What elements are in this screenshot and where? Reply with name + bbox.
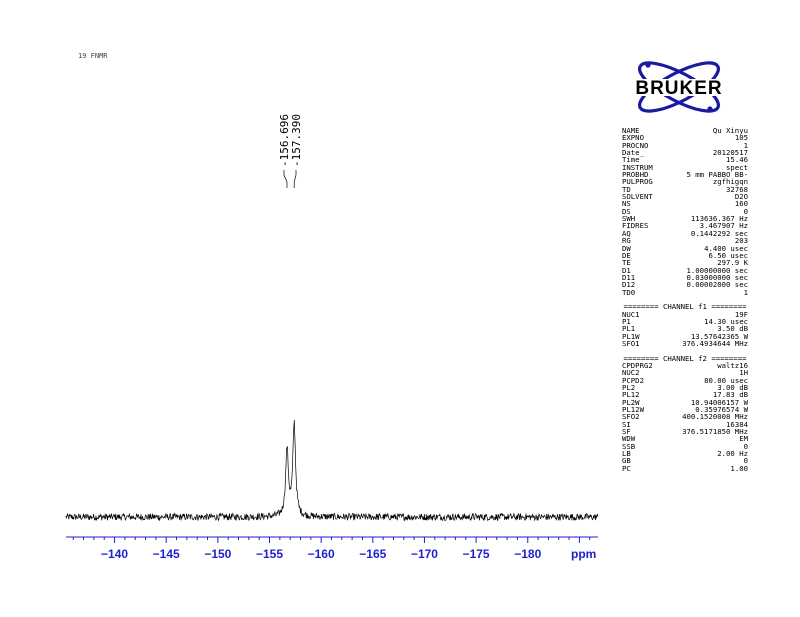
param-name: SFO1 — [622, 338, 640, 348]
param-row: SOLVENT D2O — [622, 193, 748, 201]
x-tick-label: −140 — [101, 547, 128, 561]
param-row: NS 160 — [622, 200, 748, 208]
logo-text: BRUKER — [635, 78, 722, 99]
peak-label: -157.390 — [290, 114, 303, 167]
x-tick-label: −170 — [411, 547, 438, 561]
logo-electron-icon — [707, 106, 713, 112]
bruker-logo: BRUKER — [615, 61, 744, 113]
x-tick-label: −145 — [153, 547, 180, 561]
param-row: TD0 1 — [622, 287, 748, 297]
param-row: PC 1.00 — [622, 463, 748, 473]
param-value: 376.5171850 MHz — [682, 427, 748, 437]
acquisition-parameters: NAME Qu Xinyu EXPNO 105 PROCNO 1 Date_ 20120517… — [622, 127, 748, 473]
param-row: D12 0.00002000 sec — [622, 280, 748, 290]
param-row: WDW EM — [622, 435, 748, 443]
param-row: GB 0 — [622, 457, 748, 465]
param-row: CPDPRG2 waltz16 — [622, 362, 748, 370]
param-section: ======== CHANNEL f1 ======== — [623, 302, 747, 312]
param-value: 1.00 — [730, 463, 748, 473]
x-axis-ticks: −140 −145 −150 −155 −160 −165 −170 −175 −180 — [72, 537, 591, 561]
peak-leader-line — [283, 170, 288, 188]
x-tick-label: −150 — [204, 547, 231, 561]
param-row: SFO1 376.4934644 MHz — [622, 338, 748, 348]
param-row: LB 2.00 Hz — [622, 450, 748, 458]
x-tick-label: −155 — [256, 547, 283, 561]
logo-electron-icon — [645, 62, 651, 68]
param-name: PC — [622, 463, 631, 473]
param-value: 376.4934644 MHz — [682, 338, 748, 348]
param-name: TD0 — [622, 287, 636, 297]
param-row: SF 376.5171850 MHz — [622, 427, 748, 437]
x-axis-label: ppm — [571, 547, 596, 561]
x-tick-label: −180 — [514, 547, 541, 561]
param-value: 1 — [743, 287, 748, 297]
peak-labels: -156.696 -157.390 — [278, 114, 303, 188]
param-row: AQ 0.1442292 sec — [622, 229, 748, 237]
param-value: 0.00002000 sec — [686, 280, 748, 290]
x-tick-label: −165 — [359, 547, 386, 561]
peak-leader-line — [293, 170, 297, 188]
x-tick-label: −175 — [463, 547, 490, 561]
x-tick-label: −160 — [308, 547, 335, 561]
spectrum-line — [65, 420, 599, 522]
